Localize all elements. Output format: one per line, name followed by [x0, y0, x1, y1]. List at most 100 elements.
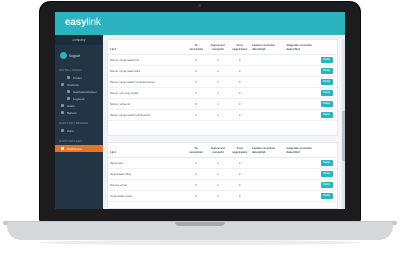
view-button[interactable]: Bekijk	[320, 68, 333, 74]
cell-c: 0	[229, 76, 250, 88]
cell-a: 0	[185, 76, 207, 88]
view-button[interactable]: Bekijk	[320, 57, 333, 63]
app-logo[interactable]: easylink	[65, 17, 101, 28]
sidebar-item-label: Telefonie	[67, 82, 80, 87]
cell-action: Bekijk	[318, 54, 337, 66]
cell-action: Bekijk	[318, 179, 337, 191]
column-header: Lijst	[108, 40, 186, 55]
sidebar-group-label: DIENSTEN BEHEER	[59, 121, 89, 125]
audio-icon	[61, 104, 64, 107]
sidebar-group-label: RAPPORTAGES	[59, 139, 83, 143]
cell-name: Nieuw: Opgemaakt contactpersonen	[108, 76, 186, 88]
cell-b: 1	[206, 179, 230, 191]
gear-icon	[61, 111, 64, 114]
cell-empty	[249, 54, 285, 66]
column-header: Succesvol verwerkt	[206, 40, 230, 55]
sidebar-item-telefonie[interactable]: Telefonie	[55, 81, 103, 88]
camera-dot	[198, 4, 201, 7]
view-button[interactable]: Bekijk	[320, 160, 333, 166]
view-button[interactable]: Bekijk	[320, 101, 333, 107]
sidebar-nav: INSTELLINGEN Profiel Telefonie Gebruikersbe…	[55, 68, 103, 152]
cell-empty	[249, 98, 285, 110]
table-row: Nieuw: Opgemaakt contactpersonen 0 1 0 Bekij…	[108, 76, 337, 88]
cell-action: Bekijk	[318, 190, 337, 202]
users-icon	[67, 90, 70, 93]
scrollbar[interactable]	[342, 39, 345, 209]
laptop-shadow	[40, 240, 360, 245]
user-profile[interactable]: Support	[55, 49, 103, 63]
column-header: Lijst	[108, 143, 186, 158]
cell-a: 0	[185, 98, 207, 110]
laptop-notch	[175, 222, 225, 226]
cell-c: 0	[229, 87, 250, 99]
table-row: Nieuw: niet opgemaakt 0 1 0 Bekijk	[108, 87, 337, 99]
sidebar-item-beheer[interactable]: Beheer	[55, 109, 103, 116]
cell-name: Nieuw: verleend	[108, 98, 186, 110]
sidebar-item-dashboard[interactable]: Dashboard	[55, 145, 103, 152]
view-button[interactable]: Bekijk	[320, 182, 333, 188]
cell-empty	[249, 190, 285, 202]
cell-empty	[284, 157, 319, 169]
table-row: Nieuwe onder 0 1 0 Bekijk	[108, 179, 337, 191]
sidebar-item-gebruikersbeheer[interactable]: Gebruikersbeheer	[55, 88, 103, 95]
column-header	[318, 143, 337, 158]
column-header: Laatste recentste datum/tijd	[249, 143, 285, 158]
cell-empty	[284, 109, 319, 121]
column-header: Volgende recentste datum/tijd	[284, 40, 319, 55]
top-bar: easylink	[55, 12, 345, 35]
avatar	[60, 52, 67, 59]
main-content: Lijst Te verwerken Succesvol verwerkt Fout …	[107, 39, 341, 209]
cell-action: Bekijk	[318, 168, 337, 180]
view-button[interactable]: Bekijk	[320, 193, 333, 199]
chart-icon	[61, 147, 64, 150]
cell-action: Bekijk	[318, 87, 337, 99]
user-icon	[67, 76, 70, 79]
column-header: Fout opgetreden	[229, 40, 250, 55]
view-button[interactable]: Bekijk	[320, 171, 333, 177]
table-row: Opgemaakt onder 0 1 0 Bekijk	[108, 190, 337, 202]
table-row: Nieuw: Opgemaakt kort 0 1 0 Bekijk	[108, 54, 337, 66]
cell-name: Nieuw: Opgemaakt alles	[108, 65, 186, 77]
app-screen: easylink company Support INSTELLINGEN Pro…	[55, 12, 345, 209]
cell-empty	[284, 179, 319, 191]
column-header: Succesvol verwerkt	[206, 143, 230, 158]
sidebar-group-label: INSTELLINGEN	[59, 68, 82, 72]
cell-empty	[249, 87, 285, 99]
view-button[interactable]: Bekijk	[320, 90, 333, 96]
sidebar-item-label: Zoho	[67, 128, 74, 133]
view-button[interactable]: Bekijk	[320, 112, 333, 118]
view-button[interactable]: Bekijk	[320, 79, 333, 85]
cell-name: Nieuw: niet opgemaakt	[108, 87, 186, 99]
cell-empty	[249, 179, 285, 191]
cell-a: 0	[185, 190, 207, 202]
column-header: Laatste recentste datum/tijd	[249, 40, 285, 55]
cell-empty	[249, 157, 285, 169]
sidebar-item-label: Gebruikersbeheer	[73, 89, 98, 94]
cell-empty	[284, 65, 319, 77]
cell-name: Opgemaakt onder	[108, 190, 186, 202]
phone-icon	[61, 83, 64, 86]
cell-b: 1	[206, 168, 230, 180]
cell-b: 1	[206, 109, 230, 121]
product-mockup: easylink company Support INSTELLINGEN Pro…	[0, 0, 400, 254]
link-icon	[61, 129, 64, 132]
sidebar-item-audio[interactable]: Audio	[55, 102, 103, 109]
cell-action: Bekijk	[318, 76, 337, 88]
cell-b: 1	[206, 98, 230, 110]
cell-empty	[284, 54, 319, 66]
cell-action: Bekijk	[318, 157, 337, 169]
cell-a: 0	[185, 179, 207, 191]
cell-action: Bekijk	[318, 65, 337, 77]
cell-empty	[284, 190, 319, 202]
sidebar-item-label: Profiel	[73, 75, 82, 80]
sidebar-item-profiel[interactable]: Profiel	[55, 74, 103, 81]
cell-b: 1	[206, 157, 230, 169]
cell-empty	[249, 65, 285, 77]
cell-c: 0	[229, 54, 250, 66]
cell-a: 0	[185, 65, 207, 77]
cell-empty	[284, 168, 319, 180]
cell-empty	[284, 87, 319, 99]
sidebar-item-zoho[interactable]: Zoho	[55, 127, 103, 134]
sidebar-item-logboek[interactable]: Logboek	[55, 95, 103, 102]
scrollbar-thumb[interactable]	[342, 111, 345, 161]
